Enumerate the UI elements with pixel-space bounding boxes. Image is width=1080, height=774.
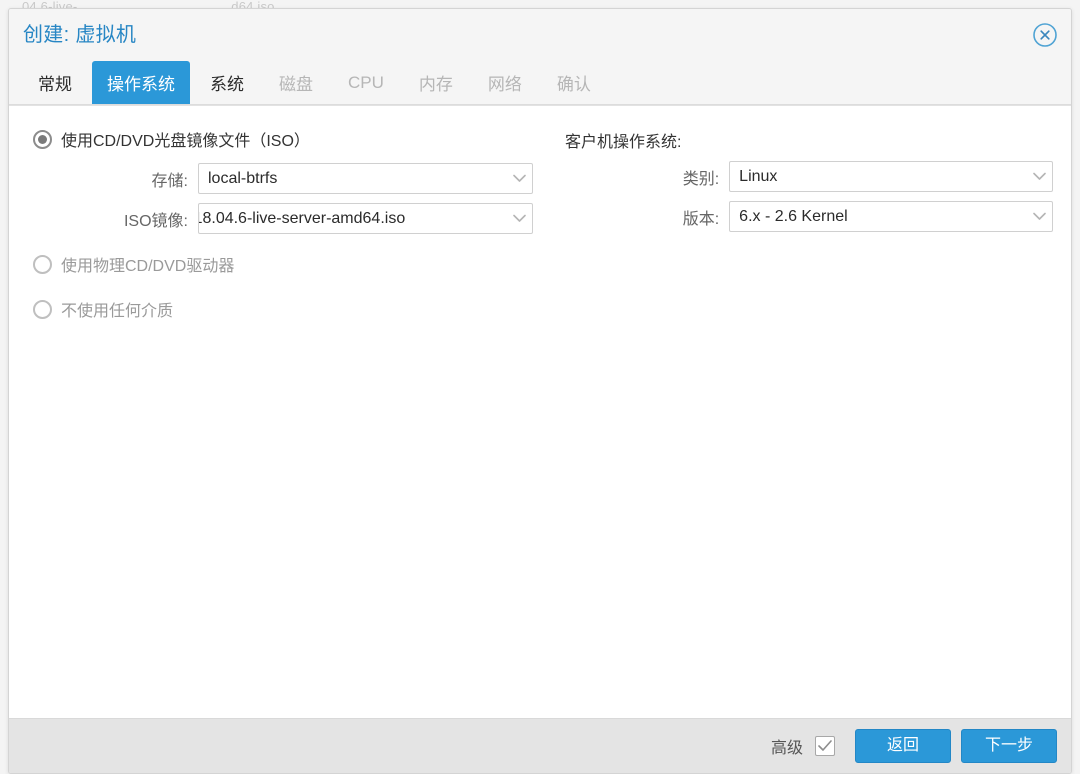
label-os-type: 类别:: [682, 170, 720, 188]
chevron-down-icon: [506, 174, 532, 183]
guest-os-column: 客户机操作系统: 类别: Linux 版本: 6.x - 2.6 Kernel: [553, 124, 1053, 232]
chevron-down-icon: [1026, 212, 1052, 221]
label-os-version: 版本:: [682, 210, 720, 228]
advanced-label: 高级: [770, 740, 803, 757]
dialog-header: 创建: 虚拟机: [9, 9, 1071, 61]
radio-label-iso-file[interactable]: 使用CD/DVD光盘镜像文件（ISO）: [61, 127, 310, 151]
create-vm-dialog: 创建: 虚拟机 常规 操作系统 系统 磁盘 CPU 内存 网络 确认 使用CD/…: [8, 8, 1072, 774]
field-row-iso-image: ISO镜像: ntu-18.04.6-live-server-amd64.iso: [33, 203, 553, 234]
check-icon: [818, 740, 832, 751]
select-storage[interactable]: local-btrfs: [198, 163, 533, 194]
tab-disks: 磁盘: [264, 61, 328, 104]
select-os-version-value: 6.x - 2.6 Kernel: [739, 207, 848, 225]
chevron-down-icon: [506, 214, 532, 223]
radio-iso-file[interactable]: [33, 129, 52, 149]
field-row-os-version: 版本: 6.x - 2.6 Kernel: [565, 201, 1053, 232]
form-columns: 使用CD/DVD光盘镜像文件（ISO） 存储: local-btrfs ISO镜…: [33, 124, 1053, 328]
select-os-version[interactable]: 6.x - 2.6 Kernel: [729, 201, 1053, 232]
advanced-checkbox[interactable]: [815, 736, 835, 756]
radio-label-physical-drive: 使用物理CD/DVD驱动器: [61, 258, 235, 275]
select-iso-image[interactable]: ntu-18.04.6-live-server-amd64.iso: [198, 203, 533, 234]
radio-label-no-media: 不使用任何介质: [61, 303, 174, 320]
radio-row-iso-file[interactable]: 使用CD/DVD光盘镜像文件（ISO）: [33, 124, 553, 154]
dialog-footer: 高级 返回 下一步: [9, 719, 1071, 773]
tab-confirm: 确认: [542, 61, 606, 104]
select-os-type-value: Linux: [739, 167, 778, 185]
tab-memory: 内存: [404, 61, 468, 104]
tab-cpu: CPU: [333, 61, 399, 104]
guest-os-section-title: 客户机操作系统:: [565, 134, 682, 151]
tab-os[interactable]: 操作系统: [92, 61, 190, 104]
next-button[interactable]: 下一步: [961, 729, 1057, 763]
media-source-column: 使用CD/DVD光盘镜像文件（ISO） 存储: local-btrfs ISO镜…: [33, 124, 553, 328]
back-button[interactable]: 返回: [855, 729, 951, 763]
select-os-type[interactable]: Linux: [729, 161, 1053, 192]
field-row-storage: 存储: local-btrfs: [33, 163, 553, 194]
close-circle-icon-svg: [1033, 23, 1057, 47]
chevron-down-icon: [1026, 172, 1052, 181]
label-storage: 存储:: [151, 172, 188, 190]
dialog-title: 创建: 虚拟机: [23, 24, 137, 46]
tab-system[interactable]: 系统: [195, 61, 259, 104]
wizard-tabs: 常规 操作系统 系统 磁盘 CPU 内存 网络 确认: [9, 61, 1071, 105]
field-row-os-type: 类别: Linux: [565, 161, 1053, 192]
radio-row-no-media: 不使用任何介质: [33, 294, 553, 324]
radio-row-physical-drive: 使用物理CD/DVD驱动器: [33, 249, 553, 279]
dialog-body: 使用CD/DVD光盘镜像文件（ISO） 存储: local-btrfs ISO镜…: [9, 105, 1071, 719]
select-storage-value: local-btrfs: [208, 169, 278, 187]
tab-general[interactable]: 常规: [23, 61, 87, 104]
select-iso-image-value: ntu-18.04.6-live-server-amd64.iso: [199, 209, 406, 227]
label-iso-image: ISO镜像:: [123, 212, 188, 230]
close-circle-icon[interactable]: [1031, 21, 1059, 49]
radio-no-media: [33, 299, 52, 319]
tab-network: 网络: [473, 61, 537, 104]
radio-physical-drive: [33, 254, 52, 274]
